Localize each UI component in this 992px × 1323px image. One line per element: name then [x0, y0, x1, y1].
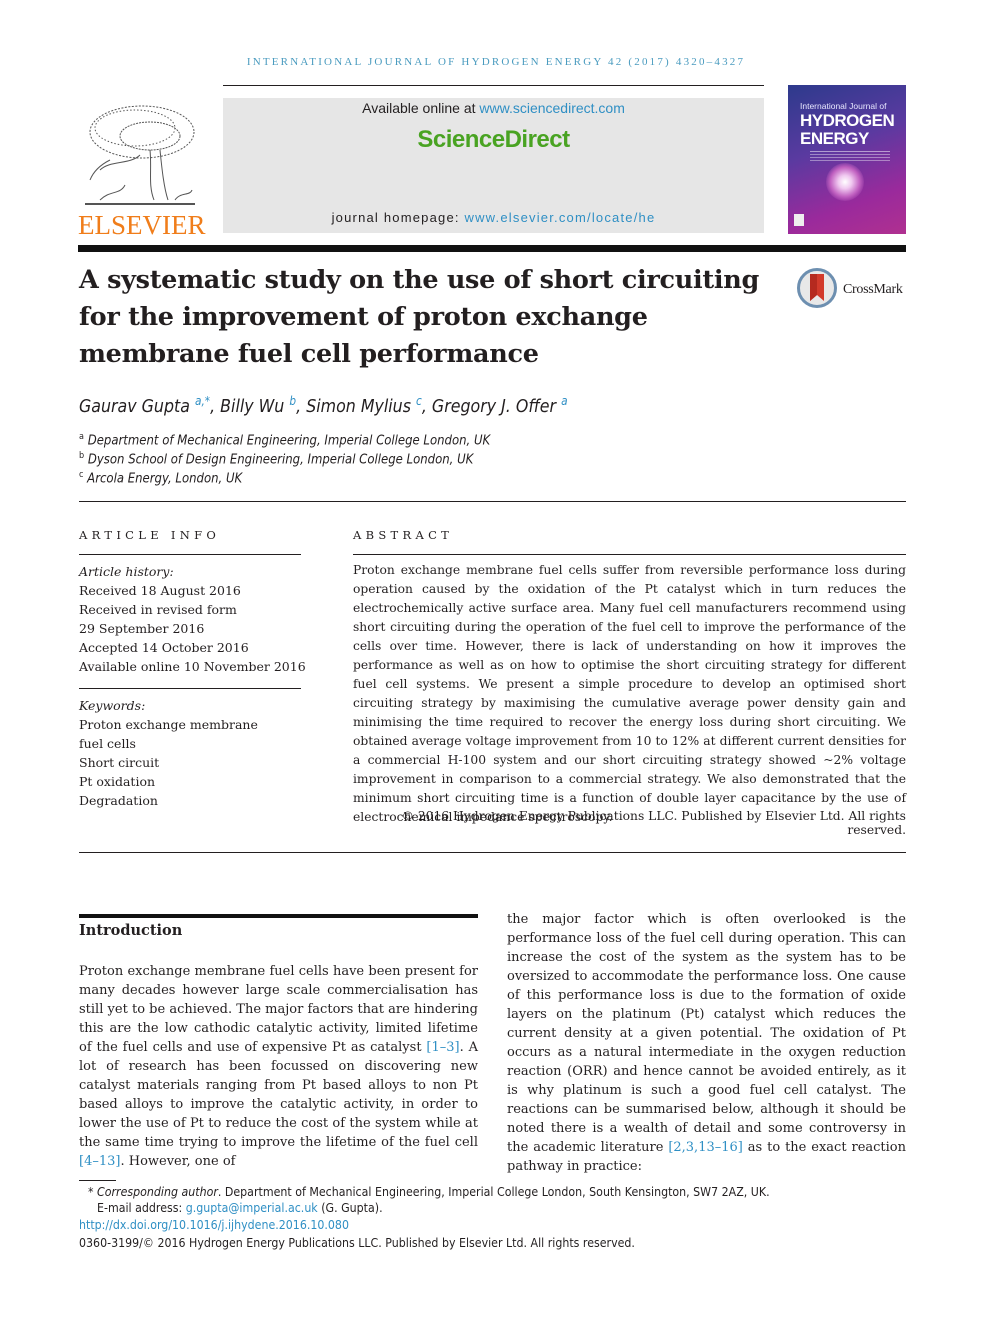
- header-thick-rule: [78, 245, 906, 252]
- abstract-heading: ABSTRACT: [353, 528, 454, 542]
- doi-link[interactable]: http://dx.doi.org/10.1016/j.ijhydene.201…: [79, 1218, 349, 1232]
- article-info-rule: [79, 554, 301, 555]
- body-text: the major factor which is often overlook…: [507, 912, 906, 1155]
- history-item: Accepted 14 October 2016: [79, 640, 249, 655]
- running-head: INTERNATIONAL JOURNAL OF HYDROGEN ENERGY…: [246, 56, 746, 68]
- introduction-rule: [79, 914, 478, 918]
- cover-title-line2: ENERGY: [800, 129, 869, 148]
- author-name[interactable]: Gregory J. Offer: [432, 396, 556, 417]
- sciencedirect-link[interactable]: www.sciencedirect.com: [479, 100, 625, 116]
- author-name[interactable]: Simon Mylius: [306, 396, 411, 417]
- keyword-item[interactable]: fuel cells: [79, 734, 136, 753]
- elsevier-tree-logo-icon: [85, 105, 195, 205]
- affiliations-rule: [79, 501, 906, 502]
- author-affiliation-mark[interactable]: b: [289, 394, 296, 408]
- email-suffix: (G. Gupta).: [317, 1201, 383, 1215]
- abstract-rule: [353, 554, 906, 555]
- issn-copyright-line: 0360-3199/© 2016 Hydrogen Energy Publica…: [79, 1236, 635, 1250]
- keywords-label: Keywords:: [79, 698, 146, 713]
- affiliation-text: Arcola Energy, London, UK: [87, 471, 243, 487]
- citation-link[interactable]: [2,3,13–16]: [668, 1140, 743, 1155]
- keyword-item[interactable]: Proton exchange membrane: [79, 715, 258, 734]
- keyword-item[interactable]: Degradation: [79, 791, 158, 810]
- email-footnote: E-mail address: g.gupta@imperial.ac.uk (…: [97, 1201, 383, 1215]
- corresponding-author-address: . Department of Mechanical Engineering, …: [217, 1185, 770, 1199]
- history-item: Available online 10 November 2016: [79, 659, 306, 674]
- introduction-heading: Introduction: [79, 922, 183, 939]
- body-text: . However, one of: [120, 1154, 236, 1169]
- author-affiliation-mark[interactable]: c: [416, 394, 422, 408]
- doi-line: http://dx.doi.org/10.1016/j.ijhydene.201…: [79, 1218, 349, 1232]
- affiliation-c: c Arcola Energy, London, UK: [79, 470, 242, 486]
- available-online-line: Available online at www.sciencedirect.co…: [223, 100, 764, 116]
- corresponding-author-footnote: * Corresponding author. Department of Me…: [88, 1185, 770, 1199]
- introduction-left-column: Proton exchange membrane fuel cells have…: [79, 962, 478, 1171]
- email-link[interactable]: g.gupta@imperial.ac.uk: [186, 1201, 318, 1215]
- author-affiliation-mark[interactable]: a,*: [195, 394, 210, 408]
- available-online-label: Available online at: [362, 100, 480, 116]
- cover-orb-graphic: [826, 163, 864, 201]
- author-affiliation-mark[interactable]: a: [561, 394, 567, 408]
- keyword-item[interactable]: Pt oxidation: [79, 772, 155, 791]
- citation-link[interactable]: [1–3]: [426, 1040, 459, 1055]
- affiliation-text: Department of Mechanical Engineering, Im…: [87, 433, 491, 449]
- cover-title: HYDROGEN ENERGY: [800, 111, 895, 148]
- affiliation-b: b Dyson School of Design Engineering, Im…: [79, 451, 473, 467]
- article-history-label: Article history:: [79, 564, 174, 579]
- article-title: A systematic study on the use of short c…: [79, 265, 760, 369]
- author-name[interactable]: Gaurav Gupta: [79, 396, 190, 417]
- sciencedirect-logo[interactable]: ScienceDirect: [223, 126, 764, 154]
- crossmark-label[interactable]: CrossMark: [843, 282, 903, 298]
- cover-subtitle: International Journal of: [800, 101, 887, 111]
- history-item: Received 18 August 2016: [79, 583, 241, 598]
- introduction-right-column: the major factor which is often overlook…: [507, 910, 906, 1176]
- footnote-mark: *: [88, 1185, 94, 1199]
- body-text: Proton exchange membrane fuel cells have…: [79, 964, 478, 1055]
- article-info-heading: ARTICLE INFO: [79, 528, 221, 542]
- cover-publisher-mark: [794, 214, 804, 226]
- crossmark-icon[interactable]: [797, 268, 837, 308]
- affiliation-a: a Department of Mechanical Engineering, …: [79, 432, 490, 448]
- affiliation-key: a: [79, 432, 84, 442]
- affiliation-key: c: [79, 470, 84, 480]
- history-item: 29 September 2016: [79, 621, 205, 636]
- history-item: Received in revised form: [79, 602, 237, 617]
- author-list: Gaurav Gupta a,*, Billy Wu b, Simon Myli…: [79, 394, 568, 417]
- citation-link[interactable]: [4–13]: [79, 1154, 120, 1169]
- corresponding-author-label: Corresponding author: [97, 1185, 218, 1199]
- cover-editor-lines: [810, 151, 890, 152]
- abstract-bottom-rule: [79, 852, 906, 853]
- affiliation-text: Dyson School of Design Engineering, Impe…: [87, 452, 474, 468]
- journal-homepage-line: journal homepage: www.elsevier.com/locat…: [223, 210, 764, 225]
- header-top-rule: [223, 85, 764, 86]
- journal-homepage-link[interactable]: www.elsevier.com/locate/he: [465, 210, 656, 225]
- footnote-rule: [79, 1180, 116, 1181]
- author-name[interactable]: Billy Wu: [220, 396, 284, 417]
- keyword-item[interactable]: Short circuit: [79, 753, 159, 772]
- affiliation-key: b: [79, 451, 85, 461]
- journal-homepage-label: journal homepage:: [331, 210, 465, 225]
- journal-cover-image[interactable]: International Journal of HYDROGEN ENERGY: [788, 85, 906, 234]
- email-label: E-mail address:: [97, 1201, 186, 1215]
- abstract-text: Proton exchange membrane fuel cells suff…: [353, 563, 906, 824]
- keywords-rule: [79, 688, 301, 689]
- elsevier-wordmark: ELSEVIER: [78, 210, 206, 240]
- abstract-copyright: © 2016 Hydrogen Energy Publications LLC.…: [401, 809, 906, 837]
- cover-title-line1: HYDROGEN: [800, 111, 895, 130]
- body-text: . A lot of research has been focussed on…: [79, 1040, 479, 1150]
